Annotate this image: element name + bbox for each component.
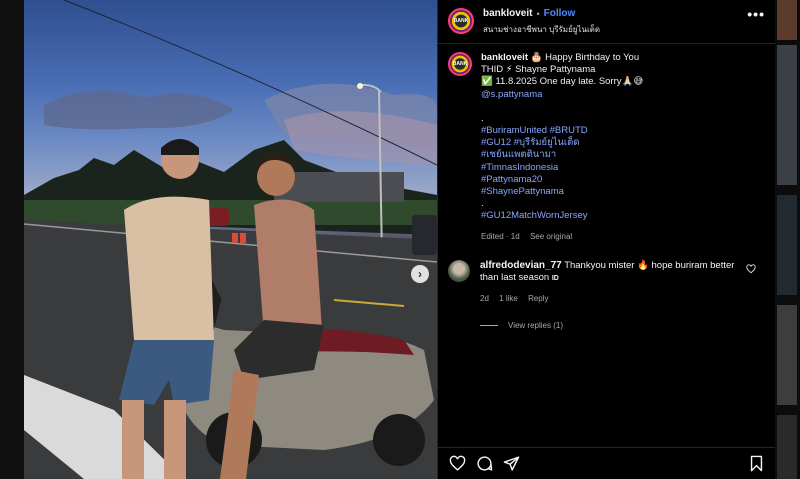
hashtag-link[interactable]: #Pattynama20 <box>481 174 765 186</box>
post-actions-bar <box>438 447 775 479</box>
comment-meta: 2d 1 like Reply <box>480 293 738 305</box>
caption-line-3: ✅ 11.8.2025 One day late. Sorry🙏🏻😅 <box>481 76 644 88</box>
author-username[interactable]: bankloveit <box>483 8 532 20</box>
comment-bubble-icon[interactable] <box>475 455 493 473</box>
caption-avatar[interactable]: BANK <box>448 52 472 76</box>
bookmark-icon[interactable] <box>747 455 765 473</box>
avatar-logo-text: BANK <box>453 18 469 24</box>
comment-age: 2d <box>480 294 489 304</box>
more-options-icon[interactable]: ••• <box>747 6 765 22</box>
mention-link[interactable]: @s.pattynama <box>481 89 765 101</box>
caption-avatar-logo-text: BANK <box>452 61 468 67</box>
hashtag-link[interactable]: #GU12 #บุรีรัมย์ยูไนเต็ด <box>481 137 765 149</box>
carousel-next-button[interactable]: › <box>411 265 429 283</box>
replies-rule <box>480 325 498 327</box>
see-original-link[interactable]: See original <box>530 232 572 241</box>
post-modal: › BANK bankloveit • Follow สนามช่างอาชีพ… <box>24 0 775 479</box>
share-paper-plane-icon[interactable] <box>502 455 520 473</box>
post-side-panel: BANK bankloveit • Follow สนามช่างอาชีพนา… <box>437 0 775 479</box>
backdrop-right <box>775 0 800 479</box>
hashtag-link[interactable]: #เซย์นแพตตินามา <box>481 149 765 161</box>
comment-likes[interactable]: 1 like <box>499 294 518 303</box>
post-header: BANK bankloveit • Follow สนามช่างอาชีพนา… <box>438 0 775 44</box>
comments-section: BANK bankloveit 🎂 Happy Birthday to You … <box>438 52 775 330</box>
edited-timestamp: Edited · 1d <box>481 231 520 241</box>
hashtag-link[interactable]: #BuriramUnited #BRUTD <box>481 125 765 137</box>
caption-username[interactable]: bankloveit <box>481 52 528 63</box>
hashtag-link[interactable]: #GU12MatchWornJersey <box>481 210 765 222</box>
hashtag-link[interactable]: #ShaynePattynama <box>481 186 765 198</box>
view-replies-label[interactable]: View replies (1) <box>508 321 563 330</box>
post-location[interactable]: สนามช่างอาชีพนา บุรีรัมย์ยูไนเต็ด <box>483 23 747 36</box>
caption-line-2: THID ⚡ Shayne Pattynama <box>481 64 596 76</box>
like-heart-icon[interactable] <box>448 455 466 473</box>
caption-dot-2: . <box>481 198 484 210</box>
flag-badge: ID <box>551 275 559 283</box>
author-avatar[interactable]: BANK <box>448 8 474 34</box>
caption-dot-1: . <box>481 112 484 124</box>
comment-item: alfredodevian_77 Thankyou mister 🔥 hope … <box>448 259 765 306</box>
reply-button[interactable]: Reply <box>528 294 548 303</box>
view-replies[interactable]: View replies (1) <box>480 321 765 330</box>
separator-dot: • <box>536 9 540 19</box>
commenter-avatar[interactable] <box>448 259 470 282</box>
photo-scene <box>24 0 437 479</box>
comment-like-heart-icon[interactable] <box>746 264 756 276</box>
caption: BANK bankloveit 🎂 Happy Birthday to You … <box>448 52 765 243</box>
caption-line-1: 🎂 Happy Birthday to You <box>530 52 640 63</box>
commenter-username[interactable]: alfredodevian_77 <box>480 260 562 271</box>
follow-button[interactable]: Follow <box>544 8 576 20</box>
backdrop-left <box>0 0 24 479</box>
post-photo[interactable]: › <box>24 0 437 479</box>
caption-meta: Edited · 1d See original <box>481 231 765 243</box>
hashtag-link[interactable]: #TimnasIndonesia <box>481 162 765 174</box>
